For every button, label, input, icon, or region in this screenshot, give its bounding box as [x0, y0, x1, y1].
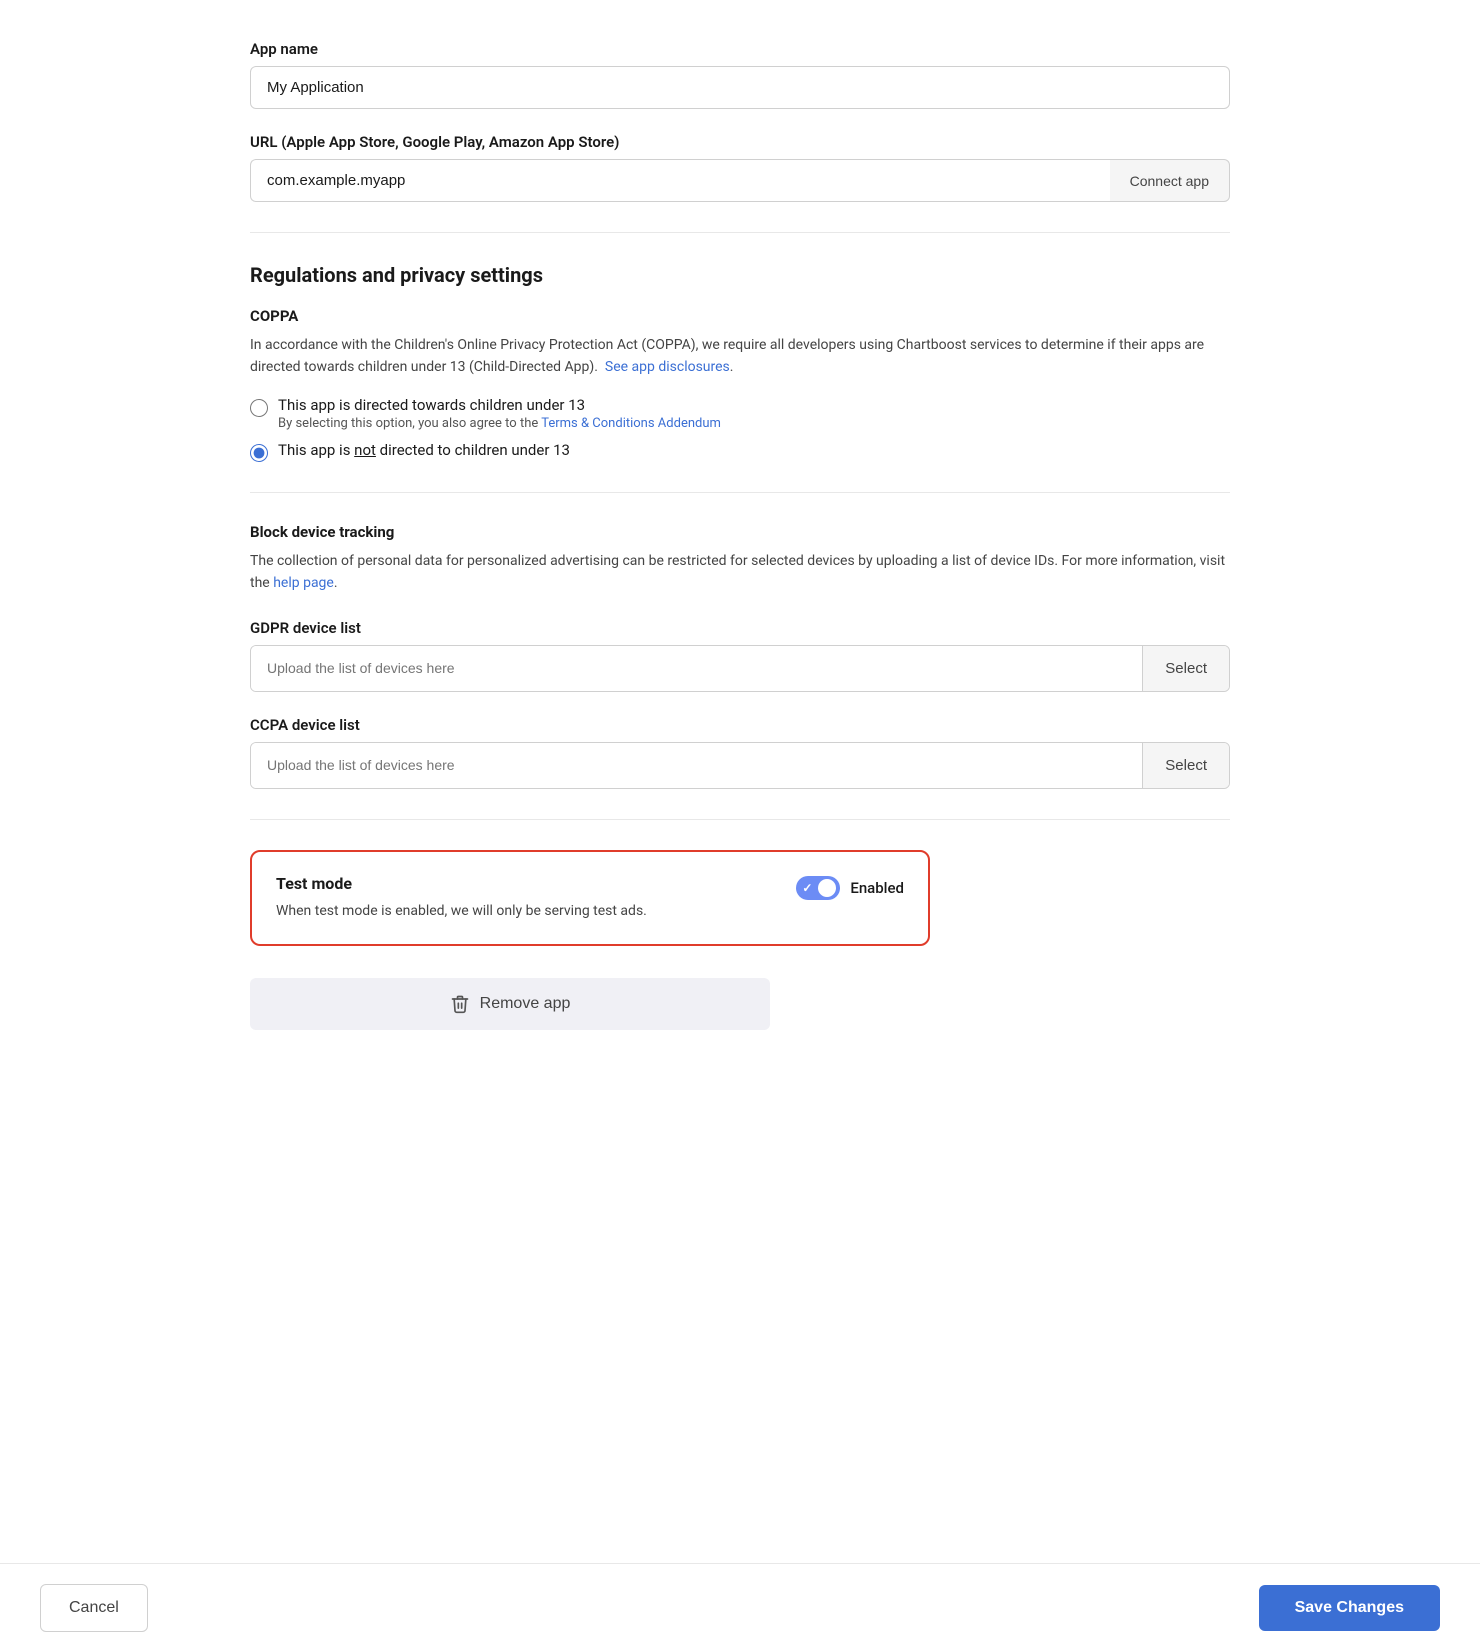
save-changes-button[interactable]: Save Changes — [1259, 1585, 1440, 1631]
toggle-slider: ✓ — [796, 876, 840, 900]
test-mode-title: Test mode — [276, 874, 776, 893]
divider-2 — [250, 492, 1230, 493]
regulations-section: Regulations and privacy settings COPPA I… — [250, 263, 1230, 789]
coppa-title: COPPA — [250, 307, 1230, 325]
test-mode-toggle[interactable]: ✓ — [796, 876, 840, 900]
test-mode-box: Test mode When test mode is enabled, we … — [250, 850, 930, 946]
app-name-label: App name — [250, 40, 1230, 58]
help-page-link[interactable]: help page — [273, 575, 334, 591]
url-section: URL (Apple App Store, Google Play, Amazo… — [250, 133, 1230, 202]
coppa-radio-1-label[interactable]: This app is directed towards children un… — [278, 396, 721, 414]
test-mode-content: Test mode When test mode is enabled, we … — [276, 874, 776, 922]
coppa-radio-group: This app is directed towards children un… — [250, 396, 1230, 462]
footer-bar: Cancel Save Changes — [0, 1563, 1480, 1652]
cancel-button[interactable]: Cancel — [40, 1584, 148, 1632]
ccpa-device-input[interactable] — [251, 743, 1142, 788]
coppa-section: COPPA In accordance with the Children's … — [250, 307, 1230, 462]
remove-app-label: Remove app — [480, 995, 571, 1013]
ccpa-label: CCPA device list — [250, 716, 1230, 734]
coppa-radio-1-sublabel: By selecting this option, you also agree… — [278, 416, 721, 431]
test-mode-toggle-label: Enabled — [850, 879, 904, 897]
url-input-group: Connect app — [250, 159, 1230, 202]
ccpa-input-row: Select — [250, 742, 1230, 789]
block-tracking-title: Block device tracking — [250, 523, 1230, 541]
block-tracking-description: The collection of personal data for pers… — [250, 551, 1230, 594]
see-disclosures-link[interactable]: See app disclosures — [605, 359, 730, 375]
gdpr-input-row: Select — [250, 645, 1230, 692]
block-tracking-section: Block device tracking The collection of … — [250, 523, 1230, 594]
gdpr-select-button[interactable]: Select — [1142, 646, 1229, 691]
test-mode-controls: ✓ Enabled — [796, 874, 904, 900]
url-input[interactable] — [250, 159, 1110, 202]
gdpr-section: GDPR device list Select — [250, 619, 1230, 692]
test-mode-description: When test mode is enabled, we will only … — [276, 901, 776, 922]
coppa-description: In accordance with the Children's Online… — [250, 335, 1230, 378]
ccpa-select-button[interactable]: Select — [1142, 743, 1229, 788]
connect-app-button[interactable]: Connect app — [1110, 159, 1230, 202]
terms-conditions-link[interactable]: Terms & Conditions Addendum — [541, 416, 721, 431]
coppa-radio-item-1: This app is directed towards children un… — [250, 396, 1230, 431]
url-label: URL (Apple App Store, Google Play, Amazo… — [250, 133, 1230, 151]
remove-app-button[interactable]: Remove app — [250, 978, 770, 1030]
toggle-checkmark: ✓ — [802, 881, 812, 895]
coppa-radio-item-2: This app is not directed to children und… — [250, 441, 1230, 462]
coppa-radio-2-label[interactable]: This app is not directed to children und… — [278, 441, 570, 459]
trash-icon — [450, 994, 470, 1014]
app-name-section: App name — [250, 40, 1230, 109]
gdpr-label: GDPR device list — [250, 619, 1230, 637]
gdpr-device-input[interactable] — [251, 646, 1142, 691]
coppa-radio-not-children[interactable] — [250, 444, 268, 462]
divider-1 — [250, 232, 1230, 233]
app-name-input[interactable] — [250, 66, 1230, 109]
regulations-title: Regulations and privacy settings — [250, 263, 1230, 287]
coppa-radio-children[interactable] — [250, 399, 268, 417]
divider-3 — [250, 819, 1230, 820]
ccpa-section: CCPA device list Select — [250, 716, 1230, 789]
